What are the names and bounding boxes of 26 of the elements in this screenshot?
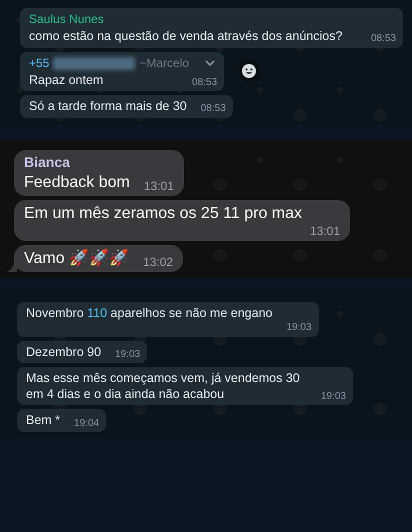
message-time: 08:53 [192,76,218,90]
message-time: 13:01 [144,179,174,194]
sender-name: Saulus Nunes [29,12,104,27]
sender-name: Bianca [24,154,70,172]
message-text: Bem * [26,413,60,429]
message-time: 19:03 [285,322,312,334]
message-time: 19:03 [320,390,346,404]
message-time: 13:01 [308,224,340,240]
message-text: como estão na questão de venda através dos anúncios? [29,29,342,45]
message-text: Dezembro 90 [26,344,102,360]
message-text: Novembro 110 aparelhos se não me engano [26,306,272,322]
message-time: 08:53 [200,103,226,116]
sender-name: +55 [29,56,50,71]
smiley-icon [241,63,258,80]
message-text: Feedback bom [24,173,130,194]
message-time: 08:53 [370,33,396,46]
message-time: 19:04 [74,418,100,430]
message-time: 19:03 [115,348,140,362]
emoji-reaction-button[interactable] [238,60,260,82]
message-time: 13:02 [143,255,174,270]
message-text: Rapaz ontem [29,72,104,88]
message-text: Em um mês zeramos os 25 11 pro max [24,204,302,224]
sender-alias: ~Marcelo [139,56,190,71]
message-text: Só a tarde forma mais de 30 [29,99,187,115]
message-text: Vamo 🚀🚀🚀 [24,249,130,270]
message-text: Mas esse mês começamos vem, já vendemos 30 em 4 dias e o dia ainda não acabou [26,371,301,402]
